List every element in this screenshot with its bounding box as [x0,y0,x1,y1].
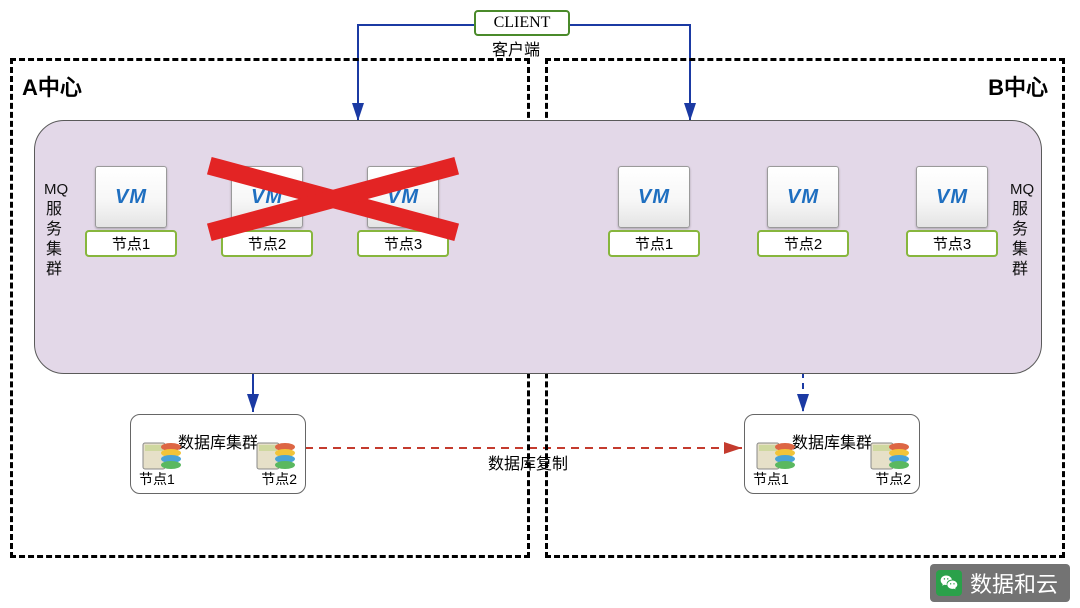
db-cluster-b: 数据库集群 节点1 节点2 [744,414,920,494]
watermark-text: 数据和云 [970,567,1058,599]
watermark: 数据和云 [930,564,1070,602]
db-a-node-2: 节点2 [261,469,297,489]
db-b-node-1: 节点1 [753,469,789,489]
wechat-icon [936,570,962,596]
replication-label: 数据库复制 [488,450,568,474]
db-b-node-2: 节点2 [875,469,911,489]
db-a-node-1: 节点1 [139,469,175,489]
failure-cross-icon [0,0,1080,608]
db-cluster-a: 数据库集群 节点1 节点2 [130,414,306,494]
